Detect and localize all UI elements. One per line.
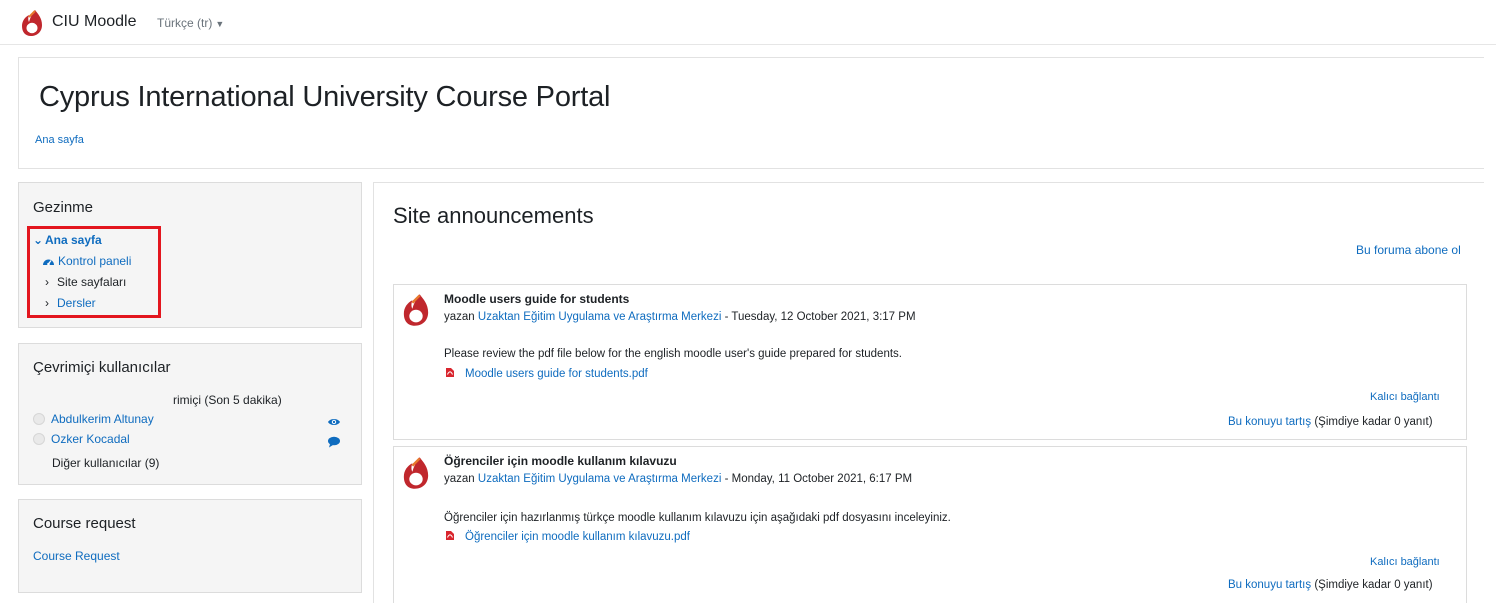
online-user-row: Ozker Kocadal <box>33 432 130 446</box>
nav-item-site-pages[interactable]: › Site sayfaları <box>45 275 126 289</box>
site-name[interactable]: CIU Moodle <box>52 13 136 31</box>
post-attachment[interactable]: Öğrenciler için moodle kullanım kılavuzu… <box>445 530 690 543</box>
permalink-link[interactable]: Kalıcı bağlantı <box>1370 556 1440 568</box>
caret-down-icon: ▼ <box>215 19 225 29</box>
page-header: Cyprus International University Course P… <box>18 57 1484 169</box>
navigation-block-title: Gezinme <box>33 199 94 216</box>
nav-item-courses[interactable]: › Dersler <box>45 296 96 310</box>
discuss-link[interactable]: Bu konuyu tartış <box>1228 416 1311 428</box>
nav-item-label: Site sayfaları <box>57 275 127 289</box>
post-byline: yazan Uzaktan Eğitim Uygulama ve Araştır… <box>444 311 916 323</box>
post-date: - Monday, 11 October 2021, 6:17 PM <box>724 473 913 485</box>
chevron-right-icon: › <box>45 275 49 289</box>
attachment-link[interactable]: Öğrenciler için moodle kullanım kılavuzu… <box>465 531 690 543</box>
author-avatar[interactable] <box>401 293 431 327</box>
online-users-title: Çevrimiçi kullanıcılar <box>33 359 171 376</box>
post-date: - Tuesday, 12 October 2021, 3:17 PM <box>724 311 916 323</box>
discuss-row: Bu konuyu tartış (Şimdiye kadar 0 yanıt) <box>1228 579 1433 591</box>
author-link[interactable]: Uzaktan Eğitim Uygulama ve Araştırma Mer… <box>478 473 722 485</box>
avatar <box>33 413 45 425</box>
pdf-icon <box>446 531 454 540</box>
discuss-link[interactable]: Bu konuyu tartış <box>1228 579 1311 591</box>
dashboard-icon <box>43 259 54 266</box>
author-avatar[interactable] <box>401 456 431 490</box>
post-message: Please review the pdf file below for the… <box>444 348 902 360</box>
discuss-row: Bu konuyu tartış (Şimdiye kadar 0 yanıt) <box>1228 416 1433 428</box>
eye-icon[interactable] <box>327 416 341 428</box>
language-label: Türkçe (tr) <box>157 16 213 30</box>
pdf-icon <box>446 368 454 377</box>
nav-item-label: Kontrol paneli <box>58 254 132 268</box>
breadcrumb-home[interactable]: Ana sayfa <box>35 134 84 146</box>
byline-prefix: yazan <box>444 473 475 485</box>
online-status: rimiçi (Son 5 dakika) <box>173 393 282 407</box>
language-menu[interactable]: Türkçe (tr) ▼ <box>157 16 224 30</box>
course-request-title: Course request <box>33 515 136 532</box>
reply-count: (Şimdiye kadar 0 yanıt) <box>1314 579 1433 591</box>
post-byline: yazan Uzaktan Eğitim Uygulama ve Araştır… <box>444 473 912 485</box>
page-title: Cyprus International University Course P… <box>39 81 611 113</box>
nav-item-dashboard[interactable]: Kontrol paneli <box>42 254 131 268</box>
nav-item-label: Ana sayfa <box>45 233 102 247</box>
attachment-link[interactable]: Moodle users guide for students.pdf <box>465 368 648 380</box>
section-title: Site announcements <box>393 203 594 228</box>
message-icon[interactable] <box>327 436 341 448</box>
nav-item-label: Dersler <box>57 296 96 310</box>
author-link[interactable]: Uzaktan Eğitim Uygulama ve Araştırma Mer… <box>478 311 722 323</box>
byline-prefix: yazan <box>444 311 475 323</box>
avatar <box>33 433 45 445</box>
reply-count: (Şimdiye kadar 0 yanıt) <box>1314 416 1433 428</box>
subscribe-forum-link[interactable]: Bu foruma abone ol <box>1356 243 1461 257</box>
other-users-count: Diğer kullanıcılar (9) <box>52 456 160 470</box>
user-link[interactable]: Ozker Kocadal <box>51 432 130 446</box>
top-navbar: CIU Moodle Türkçe (tr) ▼ <box>0 0 1496 45</box>
nav-item-home[interactable]: ⌄ Ana sayfa <box>33 233 102 247</box>
course-request-link[interactable]: Course Request <box>33 549 120 563</box>
user-link[interactable]: Abdulkerim Altunay <box>51 412 154 426</box>
post-subject: Öğrenciler için moodle kullanım kılavuzu <box>444 454 677 468</box>
chevron-right-icon: › <box>45 296 49 310</box>
chevron-down-icon: ⌄ <box>33 233 44 247</box>
post-subject: Moodle users guide for students <box>444 292 630 306</box>
post-message: Öğrenciler için hazırlanmış türkçe moodl… <box>444 512 951 524</box>
permalink-link[interactable]: Kalıcı bağlantı <box>1370 391 1440 403</box>
moodle-flame-logo[interactable] <box>20 9 44 37</box>
post-attachment[interactable]: Moodle users guide for students.pdf <box>445 367 648 380</box>
online-user-row: Abdulkerim Altunay <box>33 412 154 426</box>
course-request-block: Course request <box>18 499 362 593</box>
